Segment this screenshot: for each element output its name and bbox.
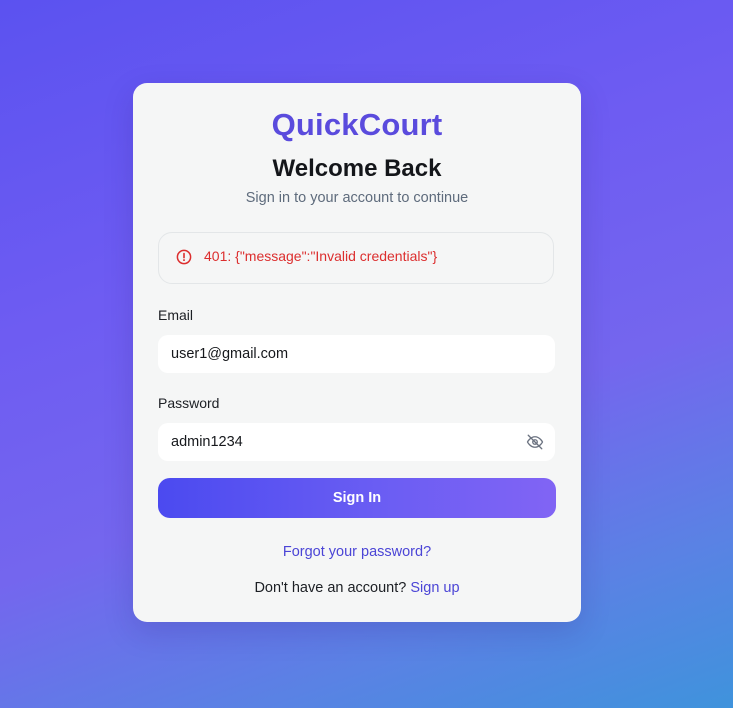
error-message: 401: {"message":"Invalid credentials"} xyxy=(204,248,438,264)
password-field[interactable]: admin1234 xyxy=(158,423,555,461)
email-value: user1@gmail.com xyxy=(171,346,289,362)
no-account-text: Don't have an account? xyxy=(254,580,407,596)
signup-prompt: Don't have an account? Sign up xyxy=(133,580,581,596)
email-label: Email xyxy=(158,307,194,323)
login-card: QuickCourt Welcome Back Sign in to your … xyxy=(133,83,581,622)
eye-off-icon[interactable] xyxy=(526,433,544,451)
password-value: admin1234 xyxy=(171,434,243,450)
forgot-password-link[interactable]: Forgot your password? xyxy=(133,544,581,560)
sign-up-link[interactable]: Sign up xyxy=(410,580,459,596)
email-field[interactable]: user1@gmail.com xyxy=(158,335,555,373)
error-alert: 401: {"message":"Invalid credentials"} xyxy=(158,232,554,284)
sign-in-button[interactable]: Sign In xyxy=(158,478,556,518)
page-subtitle: Sign in to your account to continue xyxy=(245,190,469,206)
password-label: Password xyxy=(158,395,220,411)
alert-circle-icon xyxy=(176,249,192,265)
brand-logo-text: QuickCourt xyxy=(271,107,443,142)
page-title: Welcome Back xyxy=(272,155,442,182)
